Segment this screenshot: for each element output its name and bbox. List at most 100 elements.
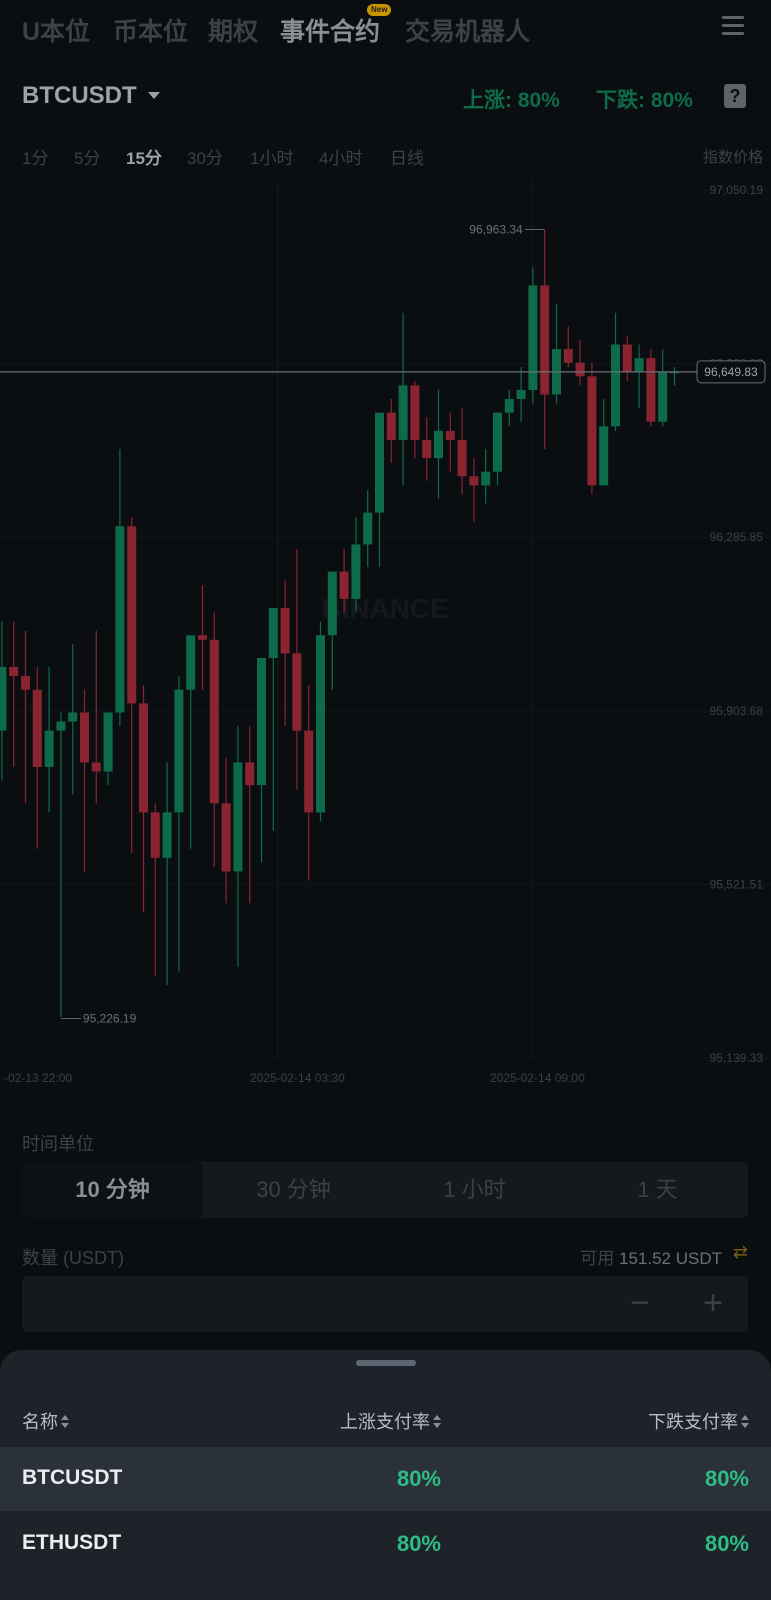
- decrease-button[interactable]: −: [620, 1284, 660, 1324]
- candle-body: [221, 803, 231, 872]
- interval-4h[interactable]: 4小时: [319, 144, 362, 169]
- time-unit-selector: 10 分钟 30 分钟 1 小时 1 天: [22, 1162, 748, 1218]
- time-unit-10m[interactable]: 10 分钟: [22, 1162, 203, 1218]
- hamburger-menu-icon[interactable]: [722, 16, 744, 36]
- candle-body: [209, 639, 219, 804]
- candle-body: [493, 412, 502, 472]
- candlestick-chart[interactable]: 97,050.1996,668.0296,285.8595,903.6895,5…: [0, 178, 771, 1098]
- transfer-icon[interactable]: ⇄: [733, 1242, 748, 1263]
- candle-body: [351, 544, 361, 599]
- header-name-label: 名称: [22, 1412, 58, 1432]
- candle-body: [139, 703, 148, 813]
- sort-icon: [433, 1415, 441, 1429]
- list-item-btcusdt[interactable]: BTCUSDT 80% 80%: [0, 1447, 771, 1511]
- candle-body: [563, 349, 573, 363]
- quantity-header: 数量 (USDT) 可用 151.52 USDT ⇄: [22, 1240, 748, 1270]
- candle-body: [611, 344, 620, 427]
- y-tick-label: 96,285.85: [710, 530, 764, 544]
- index-price-toggle[interactable]: 指数价格: [703, 146, 763, 167]
- y-tick-label: 95,521.51: [710, 877, 764, 891]
- candle-body: [9, 667, 19, 677]
- candle-body: [375, 412, 384, 513]
- candle-body: [327, 571, 337, 636]
- tab-options[interactable]: 期权: [208, 12, 258, 48]
- candle-body: [422, 439, 432, 459]
- candle-body: [516, 389, 526, 400]
- top-nav: U本位 币本位 期权 事件合约 New 交易机器人: [0, 0, 771, 58]
- candle-body: [68, 712, 78, 722]
- dimmed-background: U本位 币本位 期权 事件合约 New 交易机器人 BTCUSDT 上涨: 80…: [0, 0, 771, 1350]
- up-payout-rate: 上涨: 80%: [463, 89, 560, 112]
- help-icon[interactable]: ?: [724, 84, 746, 108]
- increase-button[interactable]: +: [693, 1284, 733, 1324]
- symbol-list-sheet: 名称 上涨支付率 下跌支付率 BTCUSDT 80% 80% ETHUSDT 8…: [0, 1350, 771, 1600]
- symbol-bar: BTCUSDT 上涨: 80% 下跌: 80% ?: [0, 76, 771, 116]
- sort-icon: [741, 1415, 749, 1429]
- header-name[interactable]: 名称: [22, 1408, 69, 1434]
- list-item-up-rate: 80%: [396, 1466, 441, 1491]
- interval-1d[interactable]: 日线: [390, 144, 424, 169]
- candle-body: [481, 471, 491, 486]
- candle-body: [622, 344, 632, 372]
- time-unit-1d[interactable]: 1 天: [567, 1162, 748, 1218]
- sheet-grabber[interactable]: [356, 1360, 416, 1366]
- candle-body: [245, 762, 255, 786]
- new-badge: New: [367, 4, 392, 16]
- chevron-down-icon[interactable]: [148, 92, 160, 99]
- candle-body: [339, 571, 349, 599]
- list-item-down-rate: 80%: [704, 1531, 749, 1556]
- candle-body: [174, 689, 184, 813]
- chart-canvas: 97,050.1996,668.0296,285.8595,903.6895,5…: [0, 178, 771, 1085]
- tab-event-contracts[interactable]: 事件合约: [280, 12, 380, 48]
- candle-body: [21, 676, 30, 690]
- candle-body: [292, 653, 302, 731]
- candle-body: [268, 607, 278, 658]
- quantity-input[interactable]: − +: [22, 1276, 748, 1332]
- candle-body: [280, 607, 290, 654]
- tab-u-margined[interactable]: U本位: [22, 12, 90, 48]
- interval-15m[interactable]: 15分: [126, 144, 162, 169]
- candle-body: [32, 689, 42, 767]
- tab-trading-bots[interactable]: 交易机器人: [405, 12, 530, 48]
- candle-body: [56, 721, 66, 731]
- list-item-up-rate: 80%: [396, 1531, 441, 1556]
- candle-body: [398, 385, 408, 440]
- tab-coin-margined[interactable]: 币本位: [113, 12, 188, 48]
- candle-body: [257, 657, 266, 786]
- candle-body: [445, 430, 455, 440]
- header-down-rate[interactable]: 下跌支付率: [648, 1408, 749, 1434]
- candle-body: [316, 635, 325, 813]
- candle-body: [363, 512, 373, 545]
- symbol-selector[interactable]: BTCUSDT: [22, 82, 137, 110]
- candle-body: [434, 430, 443, 459]
- time-unit-1h[interactable]: 1 小时: [384, 1162, 565, 1218]
- x-tick-label: -02-13 22:00: [4, 1071, 72, 1085]
- candle-body: [127, 526, 137, 704]
- candle-body: [587, 376, 597, 486]
- interval-1m[interactable]: 1分: [22, 144, 48, 169]
- candle-body: [186, 635, 196, 690]
- candle-body: [91, 762, 101, 772]
- candle-body: [504, 399, 514, 413]
- x-tick-label: 2025-02-14 09:00: [490, 1071, 585, 1085]
- candle-body: [162, 812, 172, 858]
- sort-icon: [61, 1415, 69, 1429]
- candle-body: [658, 371, 668, 422]
- interval-5m[interactable]: 5分: [74, 144, 100, 169]
- candle-body: [410, 385, 420, 440]
- interval-tabs: 1分 5分 15分 30分 1小时 4小时 日线 指数价格: [0, 140, 771, 170]
- header-up-rate-label: 上涨支付率: [340, 1412, 430, 1432]
- candle-body: [469, 476, 479, 486]
- time-unit-30m[interactable]: 30 分钟: [203, 1162, 384, 1218]
- header-up-rate[interactable]: 上涨支付率: [340, 1408, 441, 1434]
- list-item-name: ETHUSDT: [22, 1531, 122, 1554]
- candle-body: [646, 358, 656, 422]
- list-item-ethusdt[interactable]: ETHUSDT 80% 80%: [0, 1512, 771, 1576]
- available-value: 151.52 USDT: [619, 1249, 722, 1268]
- available-label: 可用: [580, 1249, 615, 1268]
- time-unit-label: 时间单位: [22, 1134, 94, 1154]
- interval-1h[interactable]: 1小时: [250, 144, 293, 169]
- candle-body: [150, 812, 160, 858]
- interval-30m[interactable]: 30分: [187, 144, 223, 169]
- candle-body: [198, 635, 207, 640]
